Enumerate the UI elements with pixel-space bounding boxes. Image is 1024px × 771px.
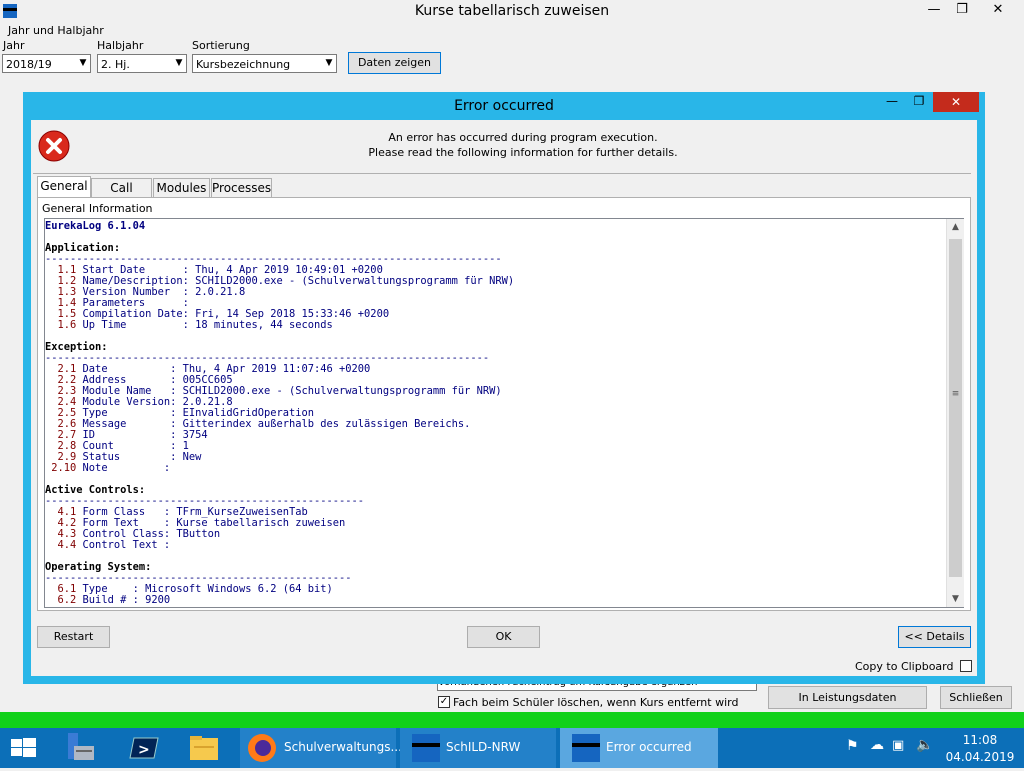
- flag-icon[interactable]: ⚑: [846, 738, 859, 754]
- log-row: 4.4 Control Text :: [45, 539, 177, 551]
- system-tray: ⚑ ☁ ▣ 🔈: [840, 728, 950, 768]
- minimize-button[interactable]: —: [922, 0, 946, 20]
- log-row: 1.6 Up Time : 18 minutes, 44 seconds: [45, 319, 333, 331]
- schild-icon: [572, 734, 600, 762]
- halbjahr-value: 2. Hj.: [101, 58, 130, 71]
- chevron-down-icon[interactable]: ▼: [947, 591, 964, 607]
- clipboard-label: Copy to Clipboard: [855, 660, 954, 673]
- green-strip: [0, 712, 1024, 728]
- checkbox-label: Fach beim Schüler löschen, wenn Kurs ent…: [453, 696, 739, 709]
- halbjahr-select[interactable]: 2. Hj. ▼: [97, 54, 187, 73]
- chevron-down-icon[interactable]: ▼: [76, 55, 90, 72]
- server-manager-icon[interactable]: [60, 728, 100, 768]
- firefox-icon: [248, 734, 276, 762]
- error-message-line2: Please read the following information fo…: [368, 146, 678, 159]
- grip-icon: ≡: [951, 389, 960, 399]
- svg-text:>: >: [138, 742, 150, 758]
- tab-general[interactable]: General: [37, 176, 91, 198]
- error-message-line1: An error has occurred during program exe…: [388, 131, 658, 144]
- group-label: General Information: [42, 202, 153, 215]
- dialog-maximize-button[interactable]: ❐: [906, 92, 932, 112]
- network-icon[interactable]: ▣: [892, 738, 904, 753]
- log-version: EurekaLog 6.1.04: [45, 220, 146, 232]
- tab-modules[interactable]: Modules: [153, 178, 210, 198]
- dialog-close-icon[interactable]: ✕: [933, 92, 979, 112]
- log-text: EurekaLog 6.1.04 Application: ----------…: [45, 219, 963, 607]
- dialog-minimize-button[interactable]: —: [879, 92, 905, 112]
- schild-icon: [412, 734, 440, 762]
- scrollbar-thumb[interactable]: [949, 239, 962, 577]
- clock-date[interactable]: 04.04.2019: [945, 750, 1015, 764]
- jahr-select[interactable]: 2018/19 ▼: [2, 54, 91, 73]
- chevron-down-icon[interactable]: ▼: [322, 55, 336, 72]
- sortierung-select[interactable]: Kursbezeichnung ▼: [192, 54, 337, 73]
- error-icon: [38, 130, 70, 162]
- transfer-button[interactable]: In Leistungsdaten übernehmen: [768, 686, 927, 725]
- chevron-up-icon[interactable]: ▲: [947, 219, 964, 235]
- window-title: Kurse tabellarisch zuweisen: [414, 3, 610, 19]
- taskbar-item-schild[interactable]: SchILD-NRW: [400, 728, 556, 768]
- taskbar-item-firefox[interactable]: Schulverwaltungs...: [240, 728, 402, 768]
- jahr-label: Jahr: [3, 39, 25, 52]
- divider: [33, 173, 971, 174]
- main-titlebar: Kurse tabellarisch zuweisen — ❐ ✕: [0, 0, 1024, 22]
- sortierung-label: Sortierung: [192, 39, 250, 52]
- ok-button[interactable]: OK: [467, 626, 540, 648]
- halbjahr-label: Halbjahr: [97, 39, 144, 52]
- log-row: 2.10 Note :: [45, 462, 177, 474]
- log-row: 6.2 Build # : 9200: [45, 594, 171, 606]
- jahr-value: 2018/19: [6, 58, 52, 71]
- close-button[interactable]: Schließen: [940, 686, 1012, 709]
- taskbar-item-label: SchILD-NRW: [446, 740, 521, 754]
- taskbar-item-label: Error occurred: [606, 740, 692, 754]
- powershell-icon[interactable]: >: [124, 728, 164, 768]
- cloud-icon[interactable]: ☁: [870, 737, 884, 753]
- daten-zeigen-button[interactable]: Daten zeigen: [348, 52, 441, 74]
- error-log[interactable]: EurekaLog 6.1.04 Application: ----------…: [44, 218, 964, 608]
- details-button[interactable]: << Details: [898, 626, 971, 648]
- maximize-button[interactable]: ❐: [950, 0, 974, 20]
- clipboard-checkbox[interactable]: [960, 660, 972, 672]
- clock-time[interactable]: 11:08: [950, 733, 1010, 747]
- taskbar-item-error[interactable]: Error occurred: [560, 728, 718, 768]
- tab-call-stack[interactable]: Call Stack: [91, 178, 152, 214]
- delete-subject-checkbox[interactable]: ✓: [438, 696, 450, 708]
- volume-icon[interactable]: 🔈: [916, 737, 933, 753]
- taskbar-item-label: Schulverwaltungs...: [284, 740, 402, 754]
- start-button[interactable]: [0, 728, 46, 768]
- dialog-title: Error occurred: [454, 98, 554, 114]
- filter-heading: Jahr und Halbjahr: [8, 24, 104, 37]
- close-icon[interactable]: ✕: [976, 0, 1020, 20]
- restart-button[interactable]: Restart: [37, 626, 110, 648]
- taskbar: > Schulverwaltungs... SchILD-NRW Error o…: [0, 728, 1024, 768]
- log-scrollbar[interactable]: ▲ ≡ ▼: [946, 219, 964, 607]
- file-explorer-icon[interactable]: [184, 728, 224, 768]
- sortierung-value: Kursbezeichnung: [196, 58, 291, 71]
- tab-processes[interactable]: Processes: [211, 178, 272, 198]
- chevron-down-icon[interactable]: ▼: [172, 55, 186, 72]
